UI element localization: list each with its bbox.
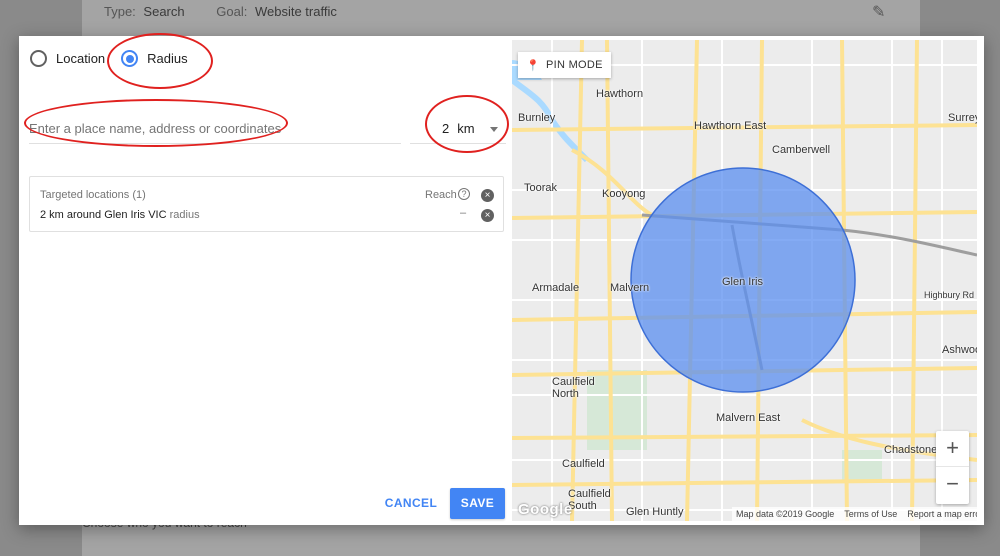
radio-location-label: Location: [56, 51, 106, 66]
radio-location[interactable]: Location: [30, 50, 105, 67]
map-pin-icon: 📍: [526, 59, 540, 72]
reach-label: Reach: [425, 189, 457, 201]
zoom-control: + −: [936, 431, 969, 504]
map-place-label: Malvern East: [716, 412, 781, 424]
remove-all-icon[interactable]: ×: [481, 189, 494, 202]
targeted-locations-box: Targeted locations (1) Reach ? × 2 km ar…: [29, 176, 504, 232]
cancel-button[interactable]: CANCEL: [381, 488, 441, 518]
target-reach: –: [460, 207, 467, 219]
map-place-label: Ashwoo: [942, 344, 977, 356]
map-place-label: Toorak: [524, 182, 558, 194]
map-place-label: Caulfield North: [552, 376, 595, 400]
targeted-location-row: 2 km around Glen Iris VIC radius: [40, 209, 200, 221]
map-view[interactable]: Hawthorn Burnley Hawthorn East Camberwel…: [512, 40, 977, 521]
radius-select[interactable]: 2 km: [410, 114, 506, 144]
map-place-label: Surrey: [948, 112, 977, 124]
place-search-input[interactable]: [29, 114, 401, 144]
map-place-label: Glen Iris: [722, 276, 763, 288]
type-value: Search: [143, 4, 185, 19]
map-place-label: Hawthorn East: [694, 120, 767, 132]
radius-value: 2: [442, 121, 450, 136]
dropdown-caret-icon: [490, 127, 498, 132]
radio-radius[interactable]: Radius: [121, 50, 188, 67]
campaign-summary: Type: Search Goal: Website traffic: [104, 4, 341, 19]
zoom-out-button[interactable]: −: [936, 467, 969, 503]
google-logo: Google: [518, 501, 573, 518]
map-place-label: Hawthorn: [596, 88, 644, 100]
targeted-locations-header: Targeted locations (1): [40, 189, 146, 201]
map-road-label: Highbury Rd: [924, 290, 975, 300]
map-footer: Map data ©2019 Google Terms of Use Repor…: [732, 507, 977, 521]
pin-mode-label: PIN MODE: [546, 59, 603, 71]
map-place-label: Glen Huntly: [626, 506, 684, 518]
location-panel: Location Radius 2 km Targeted locations …: [19, 36, 512, 525]
radio-radius-label: Radius: [147, 51, 188, 66]
map-place-label: Kooyong: [602, 188, 646, 200]
radio-radius-circle[interactable]: [121, 50, 139, 67]
location-dialog: Location Radius 2 km Targeted locations …: [19, 36, 984, 525]
map-place-label: Chadstone: [884, 444, 938, 456]
target-name: 2 km around Glen Iris VIC: [40, 209, 167, 221]
terms-link[interactable]: Terms of Use: [844, 509, 897, 519]
target-type: radius: [169, 209, 200, 221]
report-error-link[interactable]: Report a map error: [907, 509, 977, 519]
map-place-label: Camberwell: [772, 144, 831, 156]
zoom-in-button[interactable]: +: [936, 431, 969, 467]
edit-pencil-icon[interactable]: ✎: [872, 2, 892, 22]
map-place-label: Burnley: [518, 112, 556, 124]
pin-mode-button[interactable]: 📍 PIN MODE: [518, 52, 611, 78]
map-place-label: Caulfield: [562, 458, 605, 470]
radius-unit: km: [457, 121, 475, 136]
map-place-label: Caulfield South: [568, 488, 611, 512]
location-mode-radio-group: Location Radius: [30, 50, 204, 67]
radio-location-circle[interactable]: [30, 50, 47, 67]
map-place-label: Malvern: [610, 282, 650, 294]
goal-value: Website traffic: [254, 4, 337, 19]
save-button[interactable]: SAVE: [450, 488, 505, 519]
map-place-label: Armadale: [532, 282, 580, 294]
help-icon[interactable]: ?: [458, 188, 470, 200]
remove-location-icon[interactable]: ×: [481, 209, 494, 222]
type-label: Type:: [104, 4, 136, 19]
goal-label: Goal:: [216, 4, 248, 19]
map-data-credit: Map data ©2019 Google: [736, 509, 835, 519]
